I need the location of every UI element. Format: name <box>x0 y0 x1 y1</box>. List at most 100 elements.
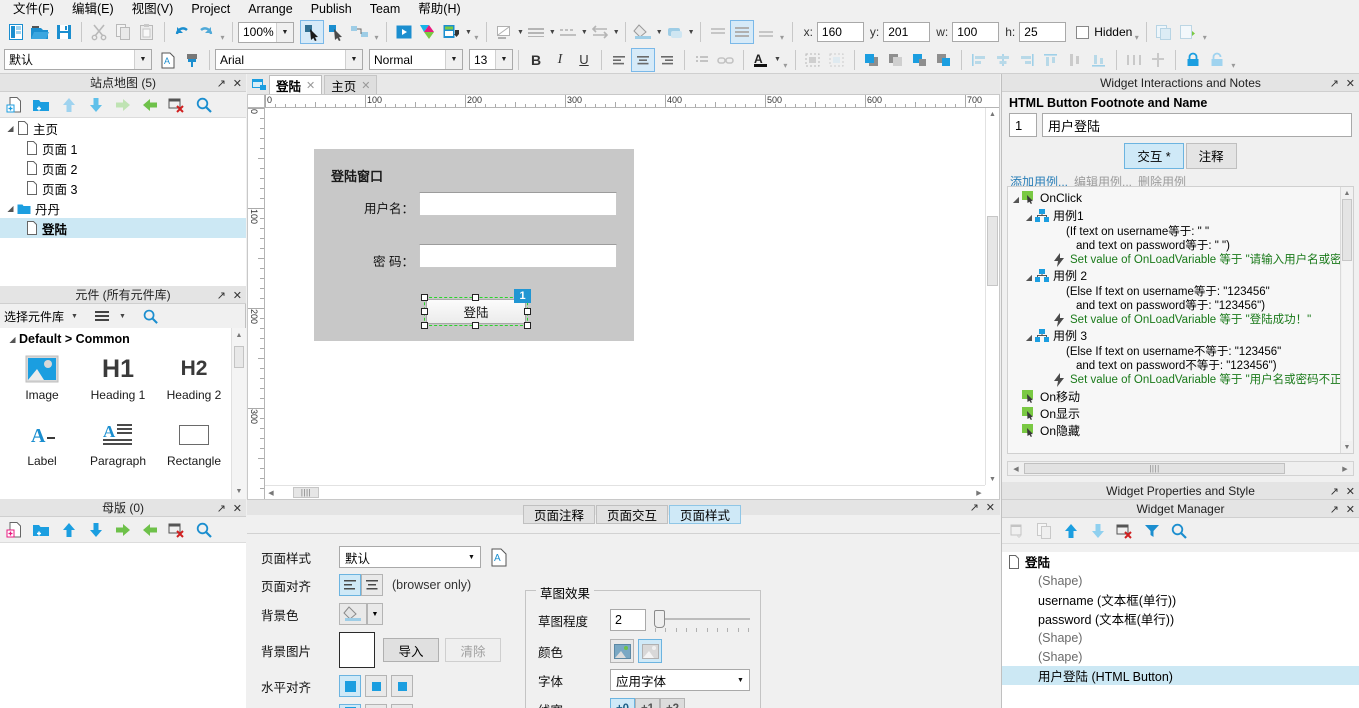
bg-color-dropdown-icon[interactable]: ▼ <box>367 603 383 625</box>
hidden-checkbox[interactable] <box>1076 25 1090 39</box>
delete-master-icon[interactable] <box>165 518 189 542</box>
interactions-scroll-right-icon[interactable]: ▶ <box>1339 462 1351 475</box>
x-input[interactable]: 160 <box>816 22 864 42</box>
shadow-dropdown-icon[interactable]: ▼ <box>688 29 695 36</box>
tab-login[interactable]: 登陆 ✕ <box>269 75 323 94</box>
widgets-menu-icon[interactable] <box>94 309 112 323</box>
masters-list[interactable] <box>0 543 246 708</box>
search-widgets-icon[interactable] <box>142 308 159 325</box>
w-input[interactable]: 100 <box>952 22 1000 42</box>
fill-color-dropdown-icon[interactable]: ▼ <box>656 29 663 36</box>
interactions-vertical-scrollbar[interactable]: ▲ ▼ <box>1340 187 1353 453</box>
interactions-tree[interactable]: ◢ OnClick ◢ 用例1 (If text on username等于: … <box>1007 186 1354 454</box>
y-input[interactable]: 201 <box>883 22 931 42</box>
widget-style-dropdown-icon[interactable]: ▼ <box>134 50 151 69</box>
sitemap-float-icon[interactable]: ↗ <box>217 77 226 90</box>
widget-heading2[interactable]: H2 Heading 2 <box>156 350 232 416</box>
sitemap-node-page1[interactable]: 页面 1 <box>0 138 246 158</box>
event-onshow[interactable]: On显示 <box>1010 407 1340 421</box>
zoom-dropdown-icon[interactable]: ▼ <box>276 22 293 42</box>
tab-page-style[interactable]: 页面样式 <box>669 505 742 524</box>
case-3[interactable]: ◢ 用例 3 <box>1010 329 1340 345</box>
wm-move-up-icon[interactable] <box>1059 519 1083 543</box>
sitemap-node-home[interactable]: ◢ 主页 <box>0 118 246 138</box>
subselect-tool-icon[interactable] <box>324 20 348 44</box>
interactions-scroll-up-icon[interactable]: ▲ <box>1341 187 1353 199</box>
tools-overflow-icon[interactable]: ▾ <box>372 22 381 42</box>
interactions-scroll-down-icon[interactable]: ▼ <box>1341 441 1353 453</box>
bring-front-icon[interactable] <box>860 48 884 72</box>
text-middle-align-icon[interactable] <box>729 20 754 44</box>
lock-icon[interactable] <box>1181 48 1205 72</box>
tab-notes[interactable]: 注释 <box>1185 143 1237 169</box>
v-align-middle-button[interactable] <box>365 704 387 708</box>
h-align-center-button[interactable] <box>365 675 387 697</box>
menu-item-team[interactable]: Team <box>361 0 410 18</box>
publish-dropdown-icon[interactable]: ▼ <box>465 29 472 36</box>
arrange-overflow-icon[interactable]: ▾ <box>1229 50 1238 70</box>
wm-filter-icon[interactable] <box>1140 519 1164 543</box>
preview-icon[interactable] <box>392 20 416 44</box>
font-size-combo[interactable]: 13 ▼ <box>469 49 513 70</box>
v-align-top-button[interactable] <box>339 704 361 708</box>
sketch-degree-input[interactable]: 2 <box>610 609 646 631</box>
canvas-scroll-up-icon[interactable]: ▲ <box>986 108 999 120</box>
interactions-float-icon[interactable]: ↗ <box>1330 77 1339 90</box>
sketch-color-off-button[interactable] <box>638 639 662 663</box>
canvas-vscroll-thumb[interactable] <box>987 216 998 286</box>
move-up-icon[interactable] <box>57 93 81 117</box>
interactions-scroll-left-icon[interactable]: ◀ <box>1010 462 1022 475</box>
underline-button[interactable]: U <box>572 48 596 72</box>
widget-paragraph[interactable]: A Paragraph <box>80 416 156 482</box>
canvas-horizontal-scrollbar[interactable]: ◀ |||| ▶ <box>265 485 985 499</box>
canvas-scroll-down-icon[interactable]: ▼ <box>986 473 999 485</box>
add-page-icon[interactable] <box>3 93 27 117</box>
expand-triangle-icon[interactable]: ◢ <box>4 204 17 213</box>
indent-right-icon[interactable] <box>111 93 135 117</box>
expand-triangle-icon[interactable]: ◢ <box>1010 191 1022 207</box>
scroll-up-icon[interactable]: ▲ <box>232 328 246 343</box>
widget-rectangle[interactable]: Rectangle <box>156 416 232 482</box>
generate-html-icon[interactable] <box>440 20 464 44</box>
add-folder-icon[interactable] <box>30 93 54 117</box>
widget-heading1[interactable]: H1 Heading 1 <box>80 350 156 416</box>
master-move-down-icon[interactable] <box>84 518 108 542</box>
widgets-close-icon[interactable]: ✕ <box>233 289 242 302</box>
sitemap-node-page3[interactable]: 页面 3 <box>0 178 246 198</box>
add-master-icon[interactable] <box>3 518 27 542</box>
canvas-scroll-left-icon[interactable]: ◀ <box>265 486 277 499</box>
tab-page-notes[interactable]: 页面注释 <box>523 505 596 524</box>
bg-color-button[interactable] <box>339 603 367 625</box>
h-align-right-button[interactable] <box>391 675 413 697</box>
publish-icon[interactable] <box>416 20 440 44</box>
resize-handle-nw[interactable] <box>421 294 428 301</box>
scroll-down-icon[interactable]: ▼ <box>232 484 246 499</box>
event-onhide[interactable]: On隐藏 <box>1010 424 1340 438</box>
interactions-hscroll-thumb[interactable]: |||| <box>1024 463 1285 474</box>
resize-handle-w[interactable] <box>421 308 428 315</box>
outdent-left-icon[interactable] <box>138 93 162 117</box>
login-form-shape[interactable]: 登陆窗口 用户名： 密 码： 登陆 1 <box>314 149 634 341</box>
masters-close-icon[interactable]: ✕ <box>233 502 242 515</box>
move-down-icon[interactable] <box>84 93 108 117</box>
font-weight-combo[interactable]: Normal ▼ <box>369 49 463 70</box>
master-indent-right-icon[interactable] <box>111 518 135 542</box>
widget-properties-close-icon[interactable]: ✕ <box>1346 485 1355 498</box>
page-align-center-button[interactable] <box>361 574 383 596</box>
text-format-overflow-icon[interactable]: ▾ <box>781 50 790 70</box>
widget-manager-tree[interactable]: 登陆 (Shape) username (文本框(单行)) password (… <box>1002 552 1359 708</box>
text-align-overflow-icon[interactable]: ▾ <box>778 22 787 42</box>
interactions-scroll-track[interactable] <box>1342 261 1352 441</box>
fill-dropdown-icon[interactable]: ▼ <box>517 29 524 36</box>
font-family-dropdown-icon[interactable]: ▼ <box>345 50 362 69</box>
footnote-number-input[interactable]: 1 <box>1009 113 1037 137</box>
category-triangle-icon[interactable]: ◢ <box>6 335 19 344</box>
page-style-select[interactable]: 默认 ▼ <box>339 546 481 568</box>
scroll-thumb[interactable] <box>234 346 244 368</box>
hidden-checkbox-wrap[interactable]: Hidden <box>1076 25 1132 39</box>
line-dropdown-icon[interactable]: ▼ <box>549 29 556 36</box>
bring-forward-icon[interactable] <box>908 48 932 72</box>
page-align-left-button[interactable] <box>339 574 361 596</box>
sketch-font-dropdown-icon[interactable]: ▼ <box>732 677 749 684</box>
send-backward-icon[interactable] <box>932 48 956 72</box>
